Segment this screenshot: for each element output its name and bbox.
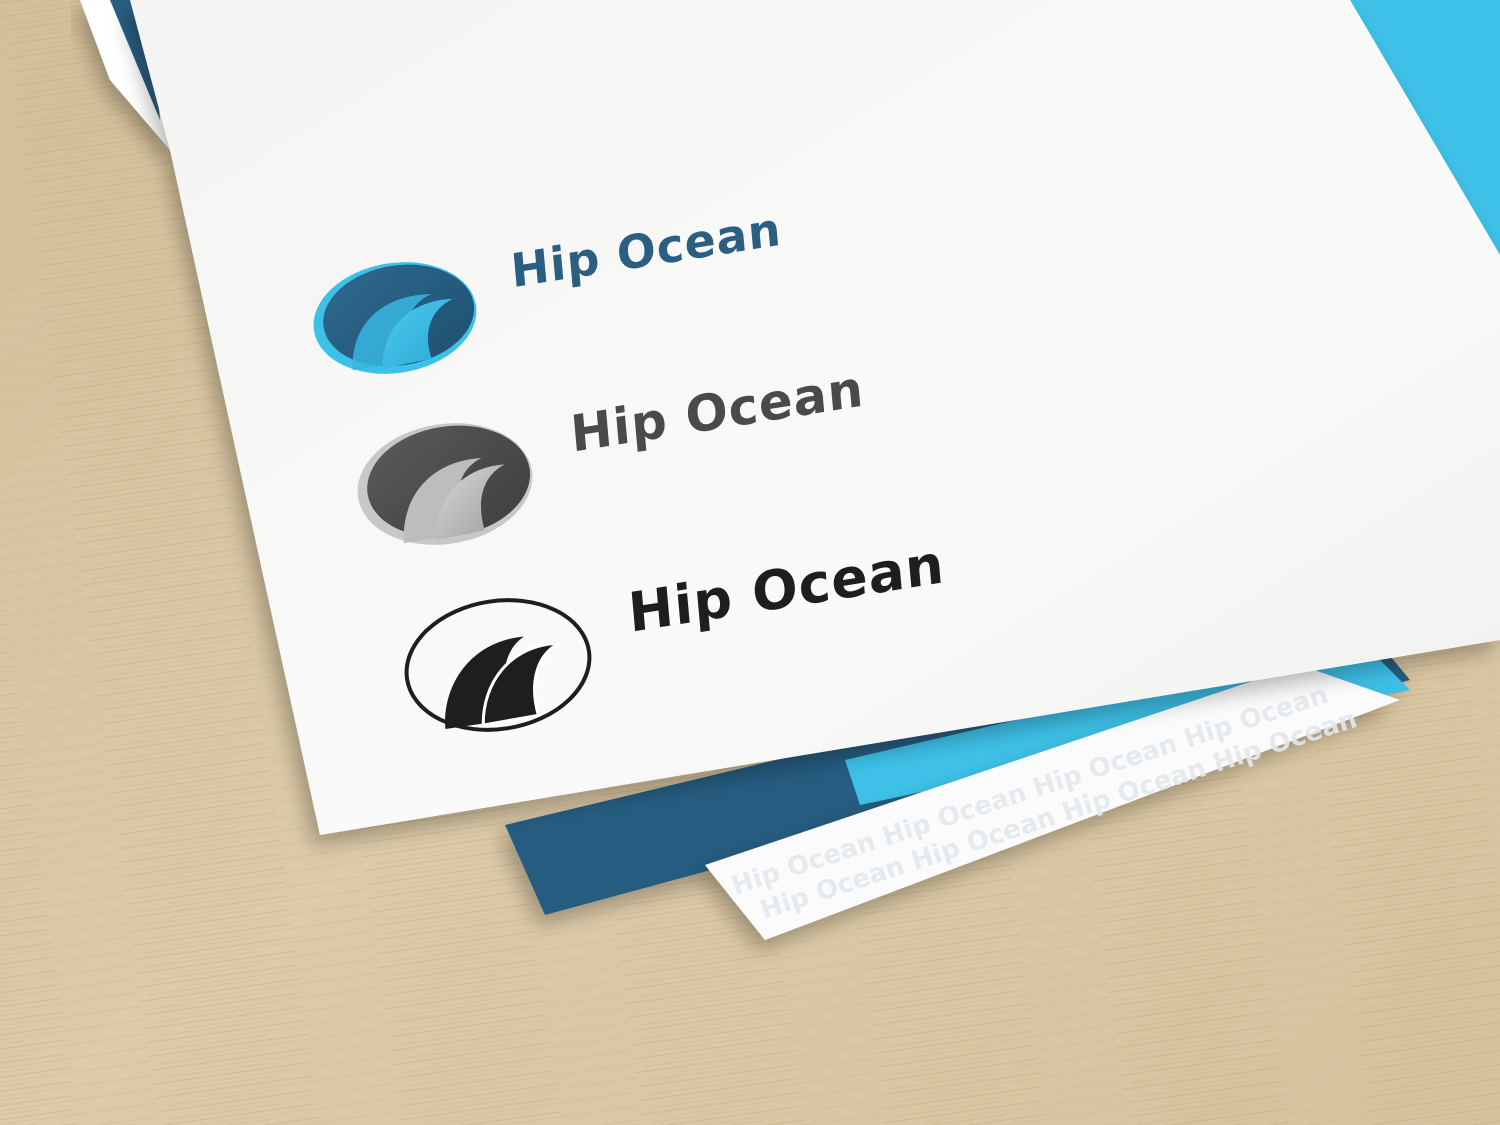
stationery-mockup-scene: Hip Ocean Hip Ocean Hip Ocean Hip Ocean … — [0, 0, 1500, 1125]
